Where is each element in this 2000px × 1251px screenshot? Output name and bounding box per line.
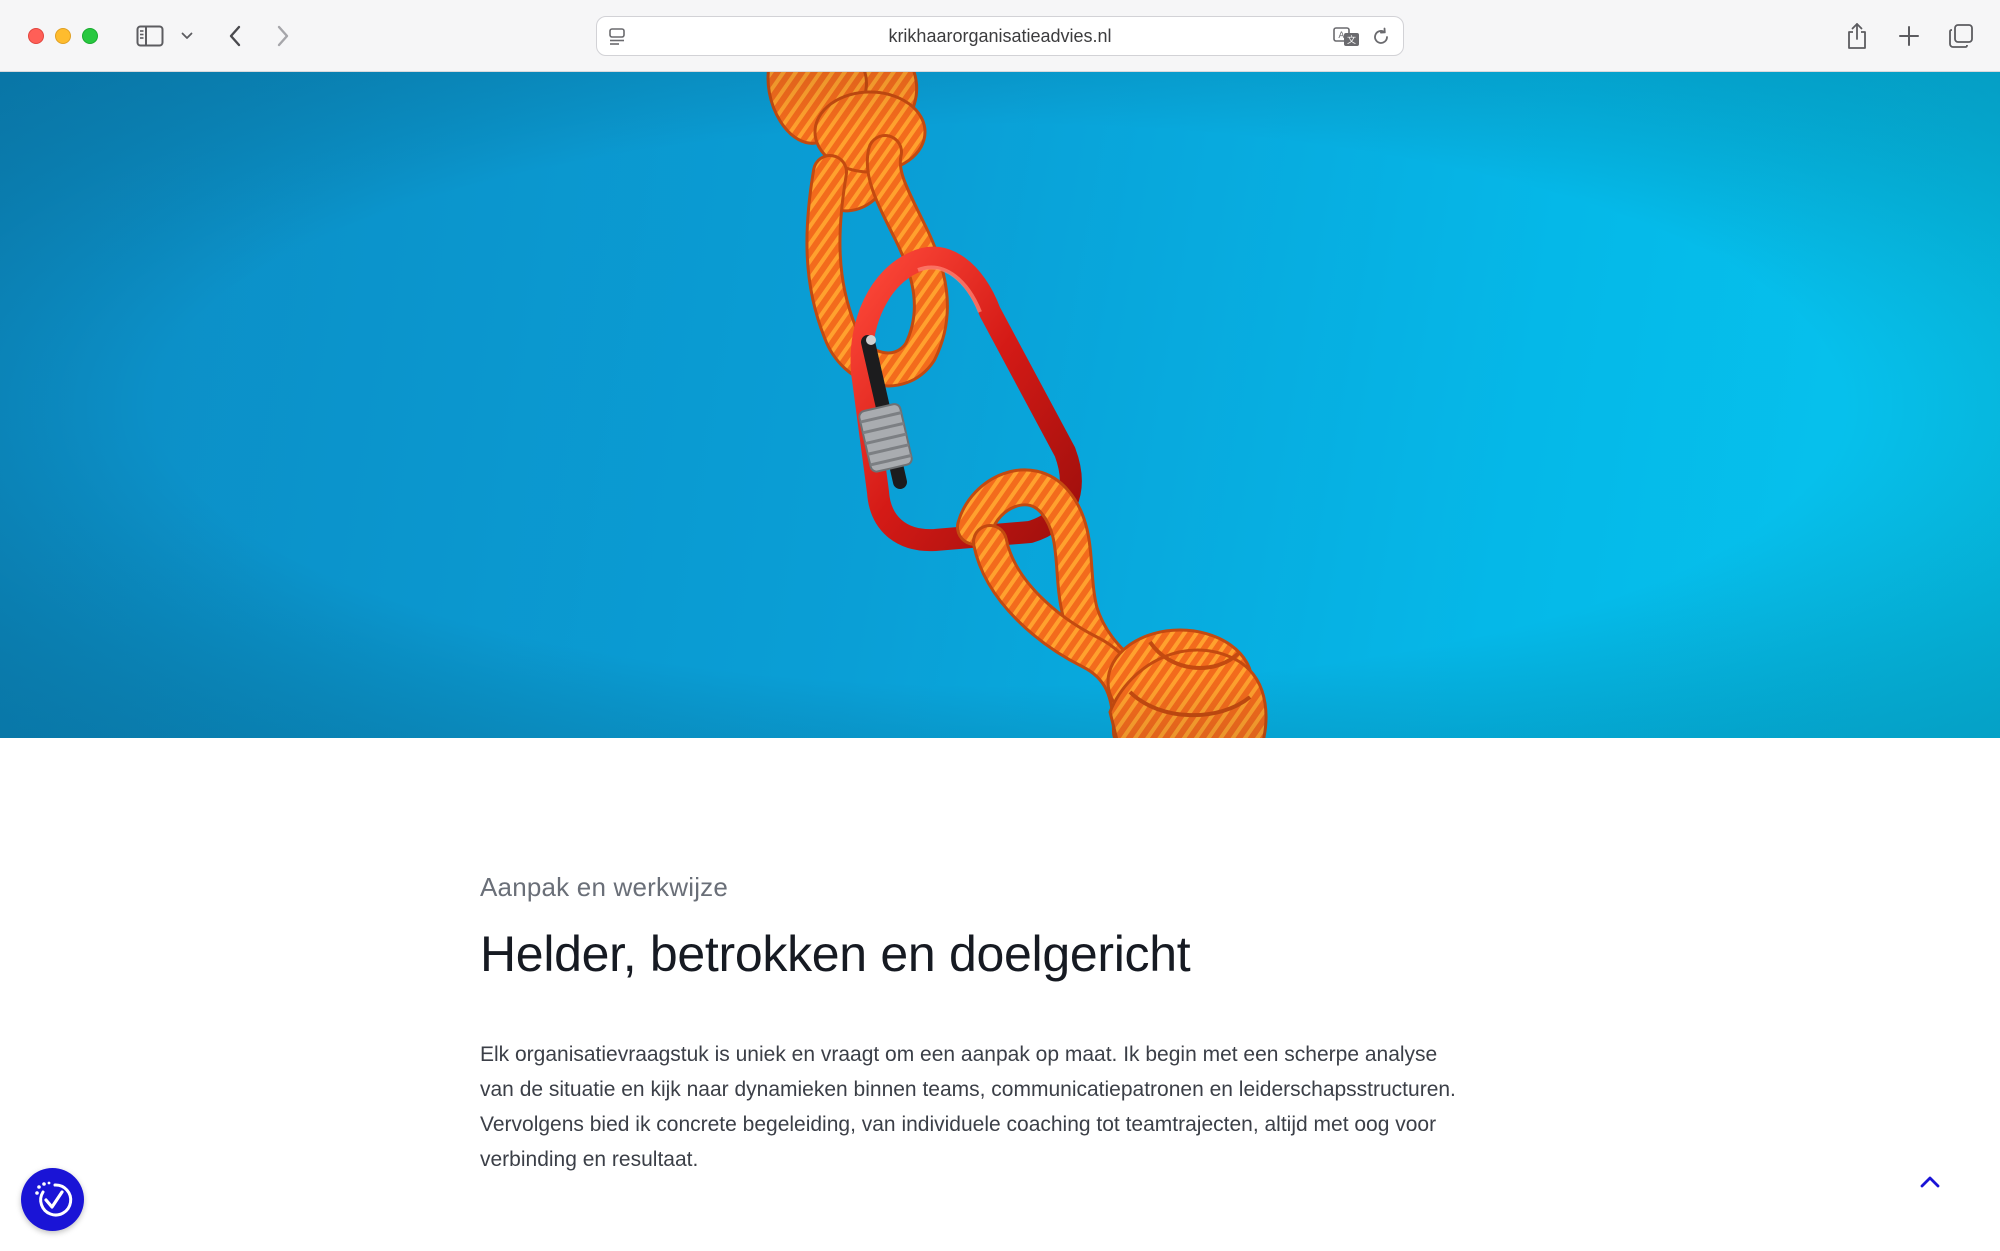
rope-carabiner-illustration [0, 72, 2000, 738]
sidebar-toggle-button[interactable] [132, 18, 168, 54]
svg-text:文: 文 [1347, 34, 1356, 46]
section-heading: Helder, betrokken en doelgericht [480, 926, 1191, 982]
section-paragraph: Elk organisatievraagstuk is uniek en vra… [480, 1037, 1520, 1177]
window-minimize-button[interactable] [55, 28, 71, 44]
new-tab-button[interactable] [1894, 18, 1924, 54]
accessibility-button[interactable] [21, 1168, 84, 1231]
browser-toolbar: krikhaarorganisatieadvies.nl A 文 [0, 0, 2000, 72]
window-close-button[interactable] [28, 28, 44, 44]
paragraph-line: Elk organisatievraagstuk is uniek en vra… [480, 1043, 1438, 1066]
chevron-up-icon [1920, 1176, 1940, 1188]
hero-image [0, 72, 2000, 738]
chevron-down-icon [181, 32, 193, 39]
paragraph-line: Vervolgens bied ik concrete begeleiding,… [480, 1113, 1437, 1136]
sidebar-icon [136, 25, 164, 47]
section-eyebrow: Aanpak en werkwijze [480, 872, 729, 902]
paragraph-line: van de situatie en kijk naar dynamieken … [480, 1078, 1456, 1101]
plus-icon [1899, 26, 1919, 46]
forward-button[interactable] [268, 18, 298, 54]
url-text[interactable]: krikhaarorganisatieadvies.nl [597, 17, 1403, 55]
address-bar[interactable]: krikhaarorganisatieadvies.nl A 文 [596, 16, 1404, 56]
tab-group-menu-button[interactable] [178, 18, 196, 54]
tab-overview-icon [1949, 24, 1973, 48]
scroll-to-top-button[interactable] [1918, 1170, 1942, 1194]
window-maximize-button[interactable] [82, 28, 98, 44]
translate-icon[interactable]: A 文 [1333, 26, 1361, 48]
back-button[interactable] [220, 18, 250, 54]
reload-icon[interactable] [1371, 27, 1391, 47]
chevron-left-icon [229, 25, 241, 47]
share-icon [1848, 23, 1866, 49]
accessibility-check-icon [34, 1181, 72, 1216]
approach-section: Aanpak en werkwijze Helder, betrokken en… [480, 872, 1540, 1177]
chevron-right-icon [277, 25, 289, 47]
paragraph-line: verbinding en resultaat. [480, 1148, 699, 1171]
share-button[interactable] [1842, 18, 1872, 54]
tab-overview-button[interactable] [1946, 18, 1976, 54]
